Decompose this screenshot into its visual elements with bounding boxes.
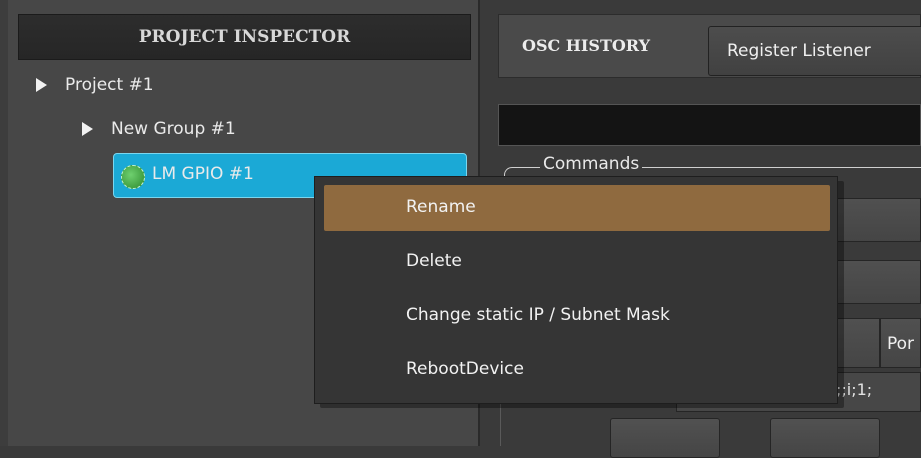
context-menu: Rename Delete Change static IP / Subnet …	[314, 176, 838, 404]
command-field[interactable]	[836, 198, 921, 242]
tree-item-group[interactable]: New Group #1	[82, 119, 236, 139]
osc-address-input[interactable]	[498, 104, 921, 146]
tree-item-label: LM GPIO #1	[152, 164, 254, 184]
add-button[interactable]	[610, 418, 720, 458]
osc-history-title: OSC HISTORY	[522, 36, 651, 55]
action-button[interactable]	[770, 418, 880, 458]
register-listener-button[interactable]: Register Listener	[708, 26, 921, 76]
menu-item-reboot[interactable]: RebootDevice	[324, 347, 830, 393]
port-label: Por	[887, 334, 915, 354]
commands-group-label: Commands	[540, 154, 643, 174]
menu-item-delete[interactable]: Delete	[324, 239, 830, 285]
menu-item-rename[interactable]: Rename	[324, 185, 830, 231]
command-field[interactable]	[836, 260, 921, 304]
tree-item-device[interactable]: LM GPIO #1	[152, 164, 254, 184]
device-status-icon	[121, 165, 145, 189]
menu-item-change-ip[interactable]: Change static IP / Subnet Mask	[324, 293, 830, 339]
tree-item-label: Project #1	[65, 75, 154, 95]
project-inspector-title: PROJECT INSPECTOR	[18, 14, 471, 60]
window-frame-left	[0, 0, 8, 446]
expand-arrow-icon[interactable]	[82, 122, 93, 136]
expand-arrow-icon[interactable]	[36, 78, 47, 92]
tree-item-label: New Group #1	[111, 119, 236, 139]
tree-item-project[interactable]: Project #1	[36, 75, 154, 95]
